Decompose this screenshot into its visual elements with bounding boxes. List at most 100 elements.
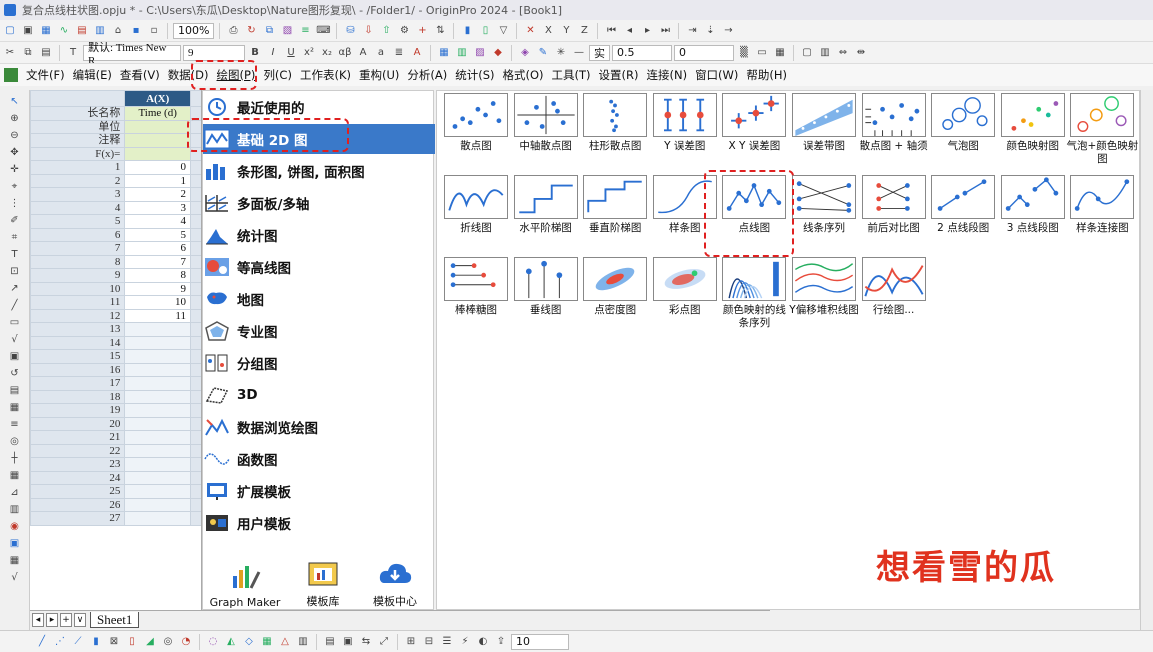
menu-format[interactable]: 格式(O)	[502, 67, 543, 83]
table-icon[interactable]: ▥	[454, 45, 470, 61]
row-number[interactable]: 18	[30, 389, 126, 404]
pan-icon[interactable]: ✥	[6, 145, 24, 159]
category-bar-pie-area[interactable]: 条形图, 饼图, 面积图	[203, 156, 435, 186]
label-row-cell[interactable]	[124, 133, 191, 148]
line-plot-icon[interactable]: ╱	[34, 634, 50, 650]
data-cell[interactable]: 9	[124, 281, 191, 296]
gallery-item-spline-connected[interactable]: 样条连接图	[1069, 175, 1135, 255]
menu-reshape[interactable]: 重构(U)	[359, 67, 399, 83]
vertical-scrollbar[interactable]	[1140, 90, 1153, 630]
batch-icon[interactable]: ⚙	[396, 23, 412, 39]
tab-sheet1[interactable]: Sheet1	[90, 611, 140, 628]
surface-plot-icon[interactable]: ◇	[241, 634, 257, 650]
paste-icon[interactable]: ▤	[38, 45, 54, 61]
font-color-icon[interactable]: A	[409, 45, 425, 61]
columns-icon[interactable]: ▥	[817, 45, 833, 61]
zoom-select[interactable]: 100%	[173, 22, 215, 39]
bold-button[interactable]: B	[247, 45, 263, 61]
move-right-icon[interactable]: ⇥	[684, 23, 700, 39]
column-plot-icon[interactable]: ▮	[88, 634, 104, 650]
gallery-item-color-dots[interactable]: 彩点图	[652, 257, 718, 337]
save-template-icon[interactable]: ▫	[146, 23, 162, 39]
gallery-item-y-error[interactable]: Y 误差图	[652, 93, 718, 173]
project-explorer-icon[interactable]: ⛁	[342, 23, 358, 39]
data-cell[interactable]: 6	[124, 241, 191, 256]
reader-icon[interactable]: ⌖	[6, 179, 24, 193]
export-tool-icon[interactable]: ▣	[6, 536, 24, 550]
line-tool-icon[interactable]: ╱	[6, 298, 24, 312]
new-graph-icon[interactable]: ∿	[56, 23, 72, 39]
category-data-explore[interactable]: 数据浏览绘图	[203, 412, 435, 442]
row-number[interactable]: 3	[30, 187, 126, 202]
add-sheet-button[interactable]: +	[60, 612, 72, 627]
menu-worksheet[interactable]: 工作表(K)	[300, 67, 351, 83]
data-cell[interactable]	[124, 470, 191, 485]
category-specialized[interactable]: 专业图	[203, 316, 435, 346]
data-cell[interactable]	[124, 376, 191, 391]
target-icon[interactable]: ◎	[6, 434, 24, 448]
menu-view[interactable]: 查看(V)	[120, 67, 160, 83]
layers-icon[interactable]: ▤	[6, 383, 24, 397]
line-width-select[interactable]: 0.5	[612, 44, 672, 61]
axis-tool-icon[interactable]: ┼	[6, 451, 24, 465]
filter-icon[interactable]: ▽	[495, 23, 511, 39]
category-3d[interactable]: 3D	[203, 380, 435, 410]
legend-icon[interactable]: ☰	[439, 634, 455, 650]
zoom-in-icon[interactable]: ⊕	[6, 111, 24, 125]
formula-tool-icon[interactable]: √	[6, 332, 24, 346]
brush-icon[interactable]: ✐	[6, 213, 24, 227]
table-tool-icon[interactable]: ▦	[6, 553, 24, 567]
row-number[interactable]: 17	[30, 376, 126, 391]
row-number[interactable]: 22	[30, 443, 126, 458]
gallery-item-lollipop[interactable]: 棒棒糖图	[443, 257, 509, 337]
fill-color-icon[interactable]: ◈	[517, 45, 533, 61]
gallery-item-color-map[interactable]: 颜色映射图	[1000, 93, 1066, 173]
row-number[interactable]: 4	[30, 200, 126, 215]
row-number[interactable]: 6	[30, 227, 126, 242]
row-number[interactable]: 12	[30, 308, 126, 323]
rotate-icon[interactable]: ↺	[6, 366, 24, 380]
line-symbol-plot-icon[interactable]: ⟋	[70, 634, 86, 650]
gallery-item-seg2[interactable]: 2 点线段图	[930, 175, 996, 255]
contour-plot-icon[interactable]: ◌	[205, 634, 221, 650]
row-number[interactable]: 27	[30, 511, 126, 526]
gallery-item-spline[interactable]: 样条图	[652, 175, 718, 255]
row-number[interactable]: 21	[30, 430, 126, 445]
pie-plot-icon[interactable]: ◔	[178, 634, 194, 650]
refresh-icon[interactable]: ↻	[243, 23, 259, 39]
gallery-item-column-scatter[interactable]: 柱形散点图	[582, 93, 648, 173]
first-icon[interactable]: ⏮	[603, 23, 619, 39]
row-number[interactable]: 2	[30, 173, 126, 188]
data-cursor-icon[interactable]: ⋮	[6, 196, 24, 210]
export-graph-icon[interactable]: ⇪	[493, 634, 509, 650]
bar-chart-icon[interactable]: ▮	[459, 23, 475, 39]
category-basic-2d[interactable]: 基础 2D 图	[203, 124, 435, 154]
row-number[interactable]: 1	[30, 160, 126, 175]
ternary-plot-icon[interactable]: △	[277, 634, 293, 650]
row-number[interactable]: 7	[30, 241, 126, 256]
z-axis-icon[interactable]: Z	[576, 23, 592, 39]
decrease-font-icon[interactable]: a	[373, 45, 389, 61]
font-name-select[interactable]: 默认: Times New R	[83, 42, 181, 63]
panel-plot-icon[interactable]: ▥	[295, 634, 311, 650]
underline-button[interactable]: U	[283, 45, 299, 61]
menu-help[interactable]: 帮助(H)	[746, 67, 787, 83]
data-cell[interactable]	[124, 416, 191, 431]
arrow-tool-icon[interactable]: ↗	[6, 281, 24, 295]
heatmap-plot-icon[interactable]: ▦	[259, 634, 275, 650]
menu-tools[interactable]: 工具(T)	[552, 67, 591, 83]
gallery-item-density-dots[interactable]: 点密度图	[582, 257, 648, 337]
gallery-item-error-band[interactable]: 误差带图	[791, 93, 857, 173]
new-notes-icon[interactable]: ▥	[92, 23, 108, 39]
grid-tool-icon[interactable]: ▦	[6, 468, 24, 482]
import-icon[interactable]: ⇩	[360, 23, 376, 39]
data-cell[interactable]	[124, 430, 191, 445]
gallery-item-scatter-central[interactable]: 中轴散点图	[513, 93, 579, 173]
polar-plot-icon[interactable]: ◎	[160, 634, 176, 650]
plot-tool-icon[interactable]: ⊿	[6, 485, 24, 499]
data-cell[interactable]: 5	[124, 227, 191, 242]
graph-tool-icon[interactable]: ▥	[6, 502, 24, 516]
next-icon[interactable]: ▸	[639, 23, 655, 39]
category-map[interactable]: 地图	[203, 284, 435, 314]
data-cell[interactable]: 8	[124, 268, 191, 283]
